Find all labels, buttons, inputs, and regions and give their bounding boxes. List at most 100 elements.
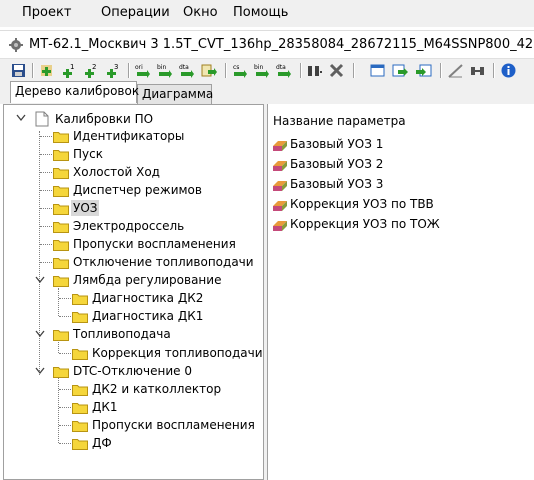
collapse-icon[interactable]: [35, 275, 45, 285]
svg-text:1: 1: [70, 63, 74, 71]
tree-line: [59, 407, 71, 408]
menu-help[interactable]: Помощь: [233, 5, 288, 20]
add-3-icon[interactable]: 3: [104, 62, 121, 79]
folder-icon: [53, 186, 69, 197]
tab-diagram[interactable]: Диаграмма: [137, 84, 213, 104]
tree-item[interactable]: Отключение топливоподачи: [71, 254, 256, 270]
tree-line: [40, 136, 52, 137]
parameter-icon: [273, 181, 287, 191]
folder-icon: [72, 294, 88, 305]
tree-line: [40, 154, 52, 155]
toolbar-separator: [128, 63, 130, 78]
parameter-row[interactable]: Коррекция УОЗ по ТОЖ: [272, 216, 534, 234]
dta-icon[interactable]: dta: [178, 62, 195, 79]
tree-line: [59, 298, 71, 299]
folder-icon: [72, 349, 88, 360]
bin-icon[interactable]: bin: [253, 62, 270, 79]
menu-bar: Проект Операции Окно Помощь: [0, 0, 534, 27]
folder-icon: [72, 403, 88, 414]
menu-window[interactable]: Окно: [183, 5, 218, 20]
app-icon: [9, 38, 23, 52]
parameter-name: Базовый УОЗ 1: [290, 137, 384, 151]
tree-line: [58, 342, 59, 353]
tree-item[interactable]: Коррекция топливоподачи: [90, 345, 265, 361]
svg-text:dta: dta: [276, 64, 286, 71]
folder-icon: [72, 421, 88, 432]
tree-item[interactable]: DTC-Отключение 0: [71, 363, 194, 379]
add-1-icon[interactable]: 1: [60, 62, 77, 79]
import-icon[interactable]: [415, 62, 432, 79]
parameter-name: Базовый УОЗ 2: [290, 157, 384, 171]
tree-line: [59, 353, 71, 354]
tree-line: [40, 172, 52, 173]
folder-icon: [53, 222, 69, 233]
cs-icon[interactable]: cs: [231, 62, 248, 79]
collapse-icon[interactable]: [16, 113, 26, 123]
menu-operations[interactable]: Операции: [101, 5, 170, 20]
svg-text:dta: dta: [179, 64, 189, 71]
tree-item[interactable]: Диагностика ДК1: [90, 308, 205, 324]
parameter-row[interactable]: Базовый УОЗ 2: [272, 156, 534, 174]
tree-item[interactable]: ДФ: [90, 435, 114, 451]
tree-item[interactable]: Пуск: [71, 146, 105, 162]
add-2-icon[interactable]: 2: [82, 62, 99, 79]
svg-text:2: 2: [92, 63, 96, 71]
parameter-icon: [273, 141, 287, 151]
tab-calibration-tree[interactable]: Дерево калибровок: [10, 81, 139, 103]
save-icon[interactable]: [10, 62, 27, 79]
chart-icon[interactable]: [447, 62, 464, 79]
tree-line: [58, 378, 59, 443]
tree-line: [59, 316, 71, 317]
toolbar-separator: [440, 63, 442, 78]
svg-text:3: 3: [114, 63, 118, 71]
tree-item-selected[interactable]: УОЗ: [71, 200, 100, 216]
export-icon[interactable]: [392, 62, 409, 79]
tree-item[interactable]: Пропуски воспламенения: [71, 236, 238, 252]
column-header[interactable]: Название параметра: [273, 114, 406, 128]
folder-icon: [53, 258, 69, 269]
tree-item[interactable]: Холостой Ход: [71, 164, 162, 180]
tree-line: [40, 190, 52, 191]
tree-item[interactable]: Лямбда регулирование: [71, 272, 223, 288]
dta-icon[interactable]: dta: [275, 62, 292, 79]
tree-item[interactable]: Диспетчер режимов: [71, 182, 204, 198]
parameter-row[interactable]: Коррекция УОЗ по ТВВ: [272, 196, 534, 214]
table-icon[interactable]: [369, 62, 386, 79]
tree-item[interactable]: Идентификаторы: [71, 128, 186, 144]
parameter-row[interactable]: Базовый УОЗ 3: [272, 176, 534, 194]
folder-icon: [53, 168, 69, 179]
tree-item[interactable]: Топливоподача: [71, 326, 173, 342]
compare-icon[interactable]: [306, 62, 323, 79]
tree-item[interactable]: Пропуски воспламенения: [90, 417, 257, 433]
tree-line: [59, 389, 71, 390]
folder-icon: [53, 276, 69, 287]
ori-icon[interactable]: ori: [134, 62, 151, 79]
svg-text:ori: ori: [135, 64, 143, 71]
tree-item[interactable]: Электродроссель: [71, 218, 186, 234]
toolbar-separator: [300, 63, 302, 78]
tree-line: [40, 208, 52, 209]
collapse-icon[interactable]: [35, 329, 45, 339]
folder-icon: [72, 385, 88, 396]
bin-icon[interactable]: bin: [156, 62, 173, 79]
window-titlebar: МТ-62.1_Москвич 3 1.5T_CVT_136hp_2835808…: [0, 30, 534, 59]
parameter-row[interactable]: Базовый УОЗ 1: [272, 136, 534, 154]
collapse-icon[interactable]: [35, 366, 45, 376]
tree-item[interactable]: ДК1: [90, 399, 120, 415]
tree-line: [40, 244, 52, 245]
tree-item[interactable]: Диагностика ДК2: [90, 290, 205, 306]
info-icon[interactable]: [500, 62, 517, 79]
run-icon[interactable]: [200, 62, 217, 79]
tree-line: [58, 288, 59, 316]
parameter-name: Коррекция УОЗ по ТВВ: [290, 197, 434, 211]
menu-project[interactable]: Проект: [22, 5, 71, 20]
tool-icon[interactable]: [469, 62, 486, 79]
close-icon[interactable]: [328, 62, 345, 79]
add-icon[interactable]: [38, 62, 55, 79]
folder-icon: [53, 240, 69, 251]
tree-root[interactable]: Калибровки ПО: [53, 111, 155, 127]
svg-text:bin: bin: [254, 64, 263, 71]
tree-item[interactable]: ДК2 и катколлектор: [90, 381, 223, 397]
tree-line: [59, 425, 71, 426]
parameter-icon: [273, 161, 287, 171]
